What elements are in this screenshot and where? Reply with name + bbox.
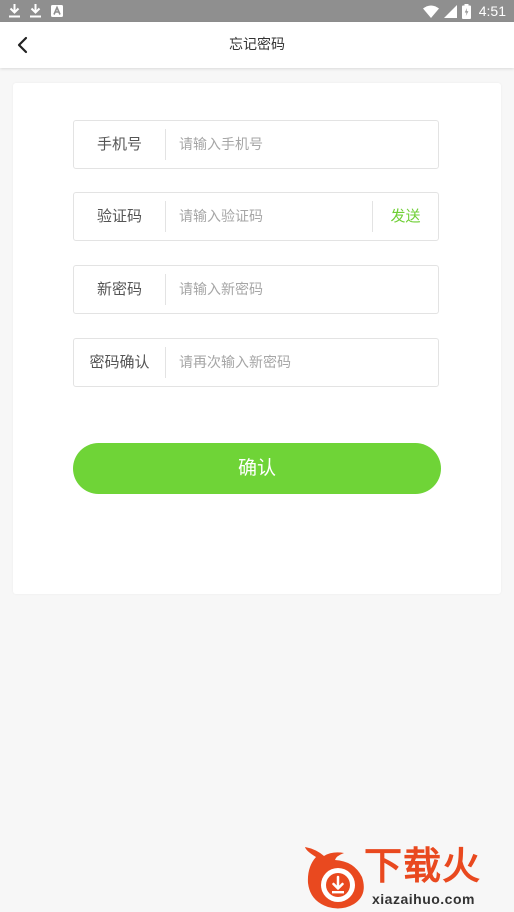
- verification-code-input[interactable]: [179, 193, 364, 240]
- field-divider: [165, 347, 166, 378]
- app-notification-icon: [51, 5, 63, 17]
- watermark-url: xiazaihuo.com: [372, 891, 475, 907]
- page-title: 忘记密码: [229, 37, 285, 53]
- verification-code-label: 验证码: [96, 207, 142, 225]
- new-password-input[interactable]: [179, 266, 429, 313]
- status-bar-system: 4:51: [422, 2, 506, 20]
- send-code-button[interactable]: 发送: [373, 193, 438, 240]
- download-icon: [30, 4, 41, 18]
- form-card: 手机号 验证码 发送 新密码 密码确认 确认: [13, 83, 501, 594]
- signal-icon: [443, 4, 457, 18]
- confirm-password-label: 密码确认: [89, 353, 150, 371]
- confirm-password-field: 密码确认: [73, 338, 439, 387]
- new-password-label: 新密码: [96, 280, 142, 298]
- new-password-field: 新密码: [73, 265, 439, 314]
- watermark-brand: 下载火: [364, 844, 482, 888]
- back-button[interactable]: [8, 30, 38, 60]
- field-divider: [165, 201, 166, 232]
- nav-bar: 忘记密码: [0, 22, 514, 68]
- confirm-button[interactable]: 确认: [73, 443, 441, 494]
- status-bar: 4:51: [0, 0, 514, 22]
- brand-logo-icon: [305, 847, 364, 909]
- status-bar-notifications: [9, 3, 63, 19]
- verification-code-field: 验证码 发送: [73, 192, 439, 241]
- watermark: 下载火 xiazaihuo.com: [302, 843, 512, 911]
- chevron-left-icon: [17, 36, 28, 54]
- phone-input[interactable]: [179, 121, 429, 168]
- battery-icon: [461, 3, 471, 19]
- wifi-icon: [422, 5, 439, 18]
- download-icon: [9, 4, 20, 18]
- status-time: 4:51: [478, 3, 506, 19]
- phone-field-label: 手机号: [96, 135, 142, 153]
- phone-field: 手机号: [73, 120, 439, 169]
- field-divider: [165, 129, 166, 160]
- field-divider: [165, 274, 166, 305]
- confirm-password-input[interactable]: [179, 339, 429, 386]
